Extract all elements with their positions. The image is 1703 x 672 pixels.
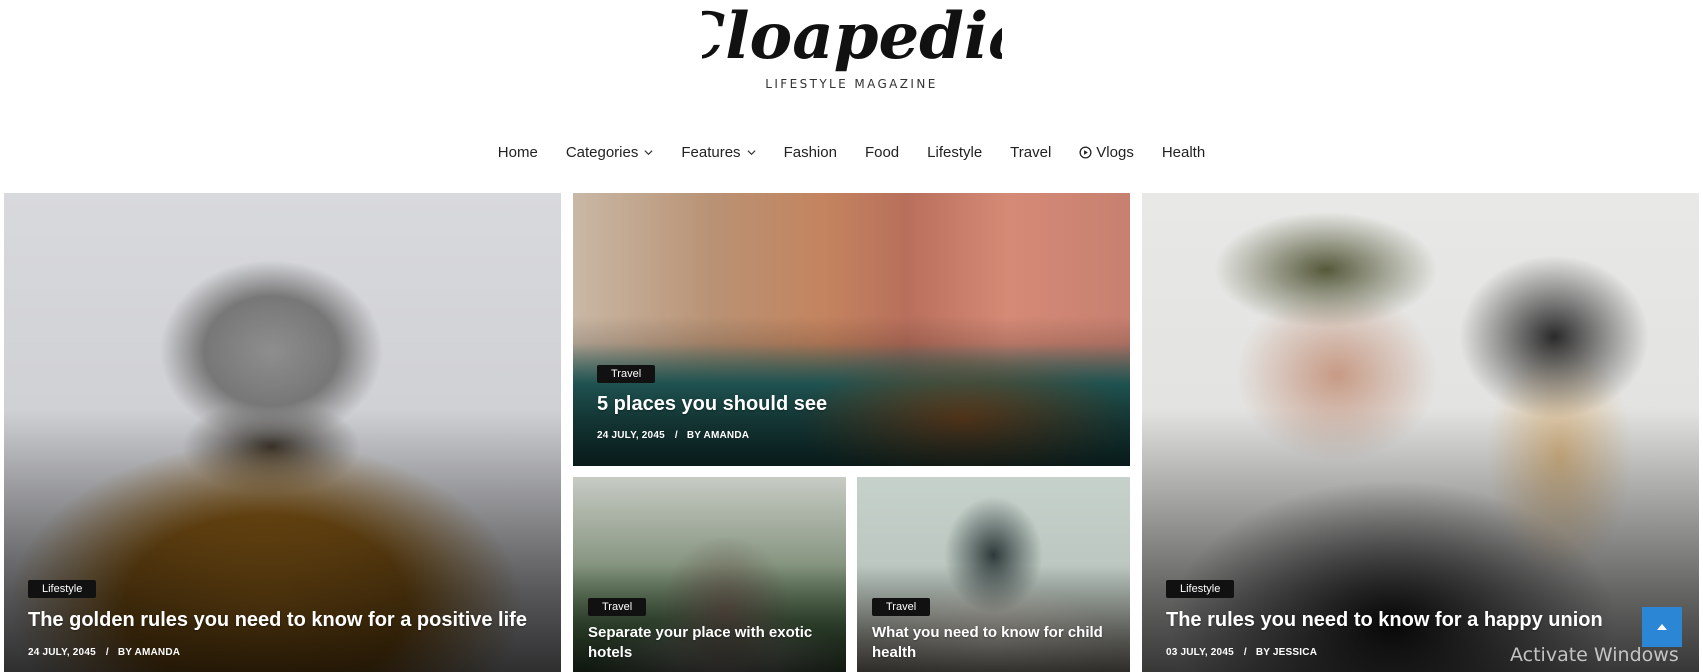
nav-item-food[interactable]: Food (851, 144, 913, 161)
svg-text:Cloapedia: Cloapedia (702, 0, 1002, 74)
nav-label: Home (497, 143, 538, 161)
nav-item-features[interactable]: Features (667, 144, 769, 161)
image-overlay (1142, 408, 1699, 672)
meta-separator: / (1243, 647, 1247, 658)
nav-label: Vlogs (1096, 143, 1134, 161)
post-title[interactable]: The golden rules you need to know for a … (28, 609, 527, 632)
nav-item-categories[interactable]: Categories (552, 144, 668, 161)
post-date: 24 JULY, 2045 (28, 647, 96, 658)
meta-separator: / (105, 647, 109, 658)
logo-wordmark: Cloapedia (702, 0, 1002, 74)
nav-item-lifestyle[interactable]: Lifestyle (913, 144, 996, 161)
category-badge[interactable]: Travel (597, 365, 656, 383)
post-meta: 03 JULY, 2045 / BY JESSICA (1166, 647, 1317, 658)
chevron-down-icon (644, 149, 653, 155)
image-overlay (573, 315, 1130, 466)
featured-post-card[interactable]: Lifestyle The golden rules you need to k… (4, 193, 561, 672)
post-date: 24 JULY, 2045 (597, 430, 665, 441)
nav-item-home[interactable]: Home (484, 144, 552, 161)
post-date: 03 JULY, 2045 (1166, 647, 1234, 658)
post-title[interactable]: 5 places you should see (597, 393, 827, 416)
chevron-down-icon (747, 149, 756, 155)
nav-item-travel[interactable]: Travel (996, 144, 1065, 161)
post-author[interactable]: BY AMANDA (118, 647, 180, 658)
nav-label: Features (681, 143, 741, 161)
post-title[interactable]: What you need to know for child health (872, 623, 1122, 663)
image-overlay (4, 408, 561, 672)
play-circle-icon (1079, 145, 1092, 159)
featured-post-card[interactable]: Lifestyle The rules you need to know for… (1142, 193, 1699, 672)
post-author[interactable]: BY AMANDA (687, 430, 749, 441)
post-title[interactable]: Separate your place with exotic hotels (588, 623, 838, 663)
category-badge[interactable]: Travel (588, 598, 647, 616)
post-author[interactable]: BY JESSICA (1256, 647, 1317, 658)
main-nav: Home Categories Features Fashion Food Li… (0, 140, 1703, 164)
site-logo[interactable]: Cloapedia (0, 0, 1703, 78)
back-to-top-button[interactable] (1642, 607, 1682, 647)
nav-item-vlogs[interactable]: Vlogs (1065, 144, 1148, 161)
nav-label: Food (864, 143, 900, 161)
featured-post-card[interactable]: Travel What you need to know for child h… (857, 477, 1130, 672)
category-badge[interactable]: Lifestyle (1166, 580, 1235, 598)
featured-post-card[interactable]: Travel Separate your place with exotic h… (573, 477, 846, 672)
meta-separator: / (674, 430, 678, 441)
post-meta: 24 JULY, 2045 / BY AMANDA (597, 430, 749, 441)
post-title[interactable]: The rules you need to know for a happy u… (1166, 609, 1603, 632)
nav-label: Lifestyle (927, 143, 983, 161)
category-badge[interactable]: Lifestyle (28, 580, 97, 598)
nav-label: Travel (1010, 143, 1052, 161)
nav-label: Health (1161, 143, 1206, 161)
nav-label: Fashion (783, 143, 837, 161)
nav-item-health[interactable]: Health (1148, 144, 1219, 161)
category-badge[interactable]: Travel (872, 598, 931, 616)
nav-label: Categories (565, 143, 639, 161)
post-meta: 24 JULY, 2045 / BY AMANDA (28, 647, 180, 658)
os-activation-watermark: Activate Windows (1510, 644, 1679, 666)
nav-item-fashion[interactable]: Fashion (770, 144, 851, 161)
site-tagline: LIFESTYLE MAGAZINE (765, 77, 938, 91)
chevron-up-icon (1657, 624, 1667, 630)
featured-post-card[interactable]: Travel 5 places you should see 24 JULY, … (573, 193, 1130, 466)
